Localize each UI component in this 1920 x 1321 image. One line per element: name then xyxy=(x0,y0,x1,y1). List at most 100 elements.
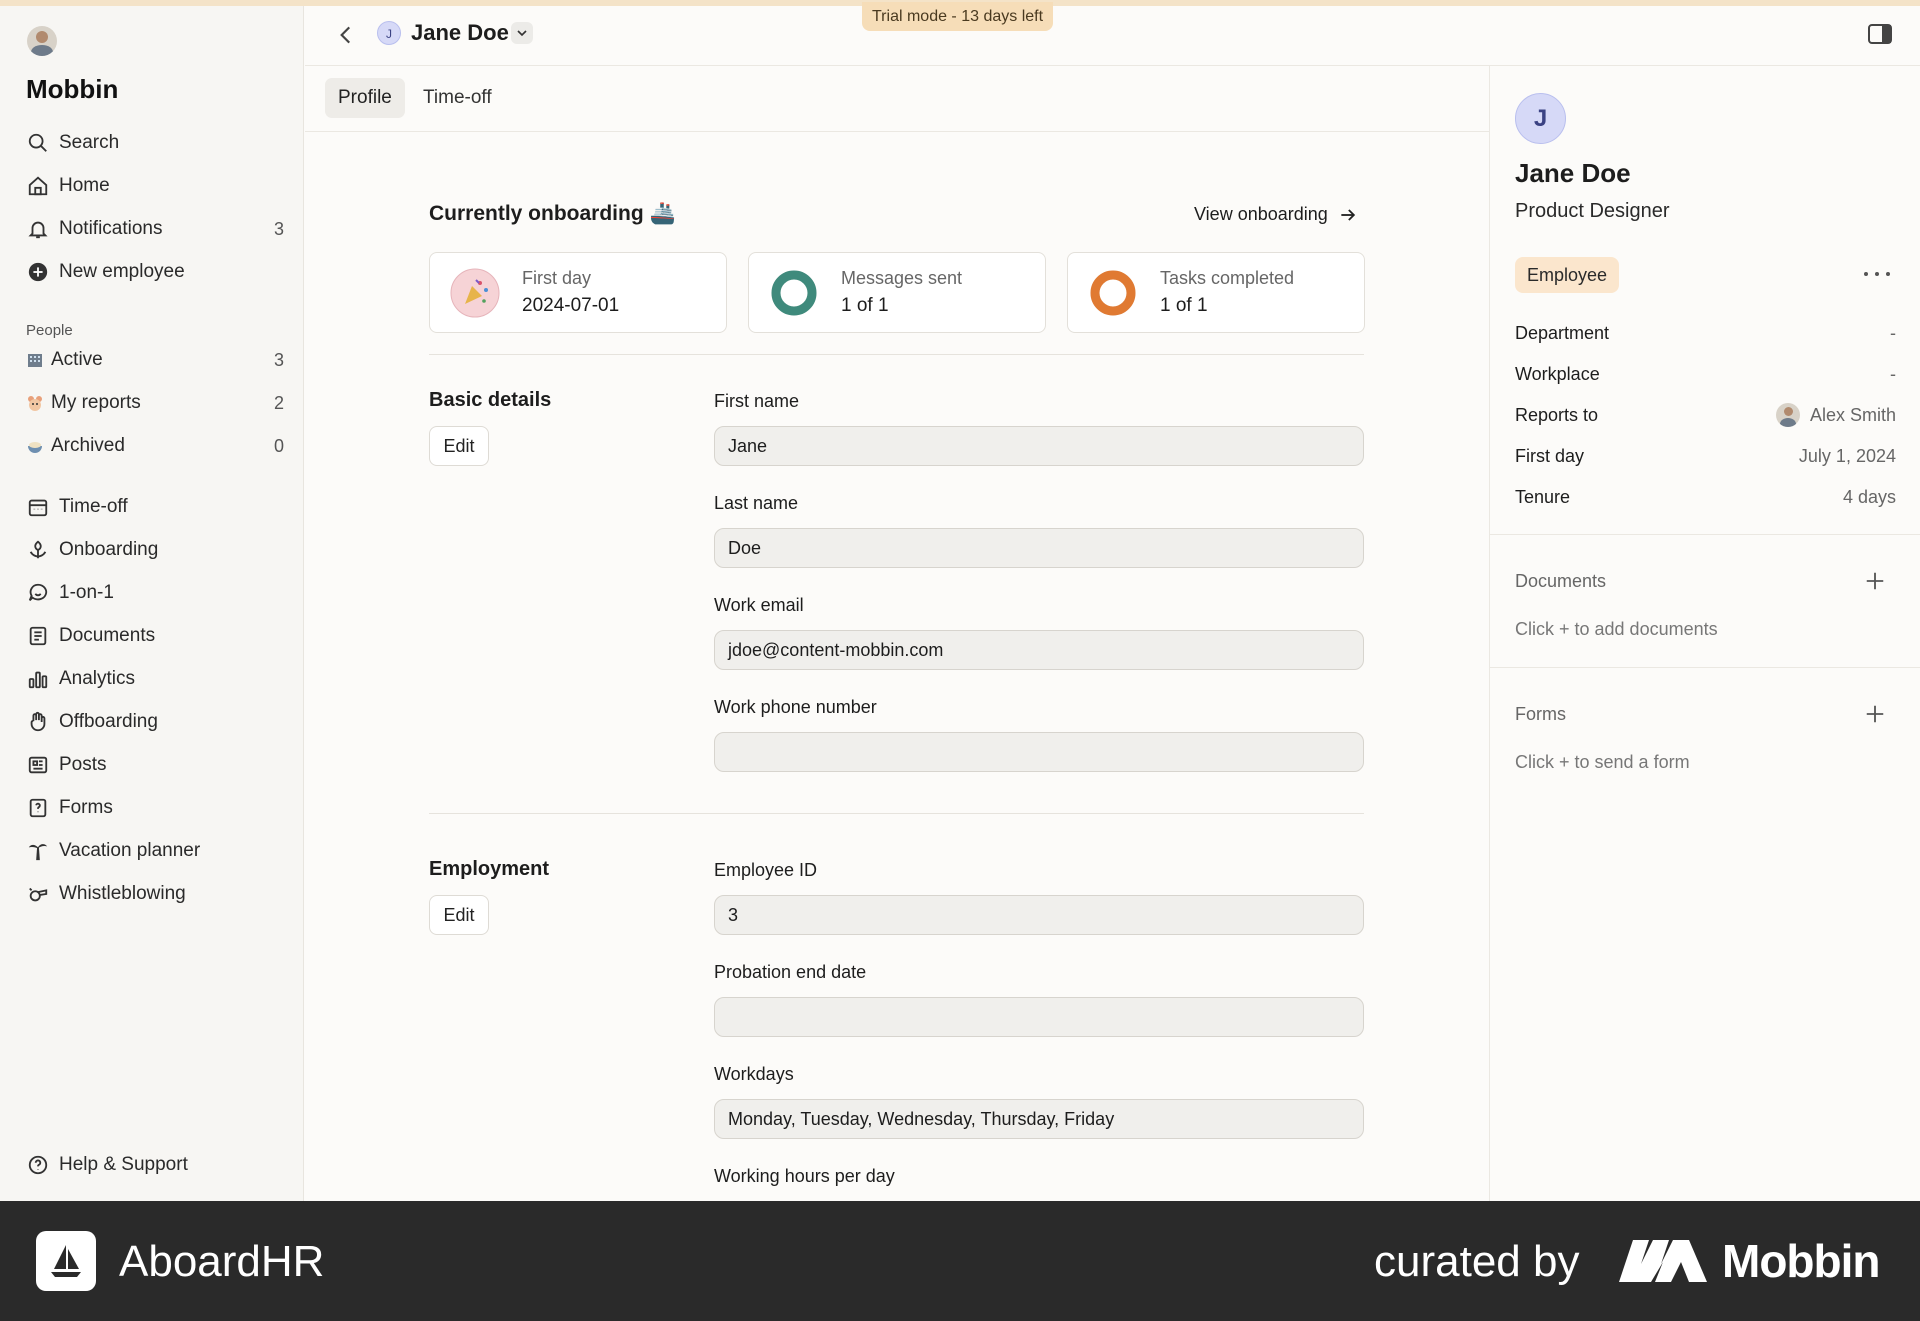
employee-summary-panel: J Jane Doe Product Designer Employee Dep… xyxy=(1489,66,1920,1201)
detail-row-reports-to: Reports to Alex Smith xyxy=(1515,400,1896,430)
sidebar-item-posts[interactable]: Posts xyxy=(26,748,284,782)
sidebar-item-active[interactable]: Active 3 xyxy=(26,343,284,377)
sidebar-item-label: 1-on-1 xyxy=(59,582,114,603)
workspace-name[interactable]: Mobbin xyxy=(26,74,118,105)
tab-time-off[interactable]: Time-off xyxy=(410,78,505,118)
employment-edit-button[interactable]: Edit xyxy=(429,895,489,935)
sidebar-item-onboarding[interactable]: Onboarding xyxy=(26,533,284,567)
probation-end-date-field[interactable] xyxy=(714,997,1364,1037)
sidebar-item-forms[interactable]: Forms xyxy=(26,791,284,825)
work-email-field[interactable]: jdoe@content-mobbin.com xyxy=(714,630,1364,670)
sidebar: Mobbin Search Home Notifications 3 New e… xyxy=(0,6,304,1201)
sidebar-item-analytics[interactable]: Analytics xyxy=(26,662,284,696)
employee-id-field[interactable]: 3 xyxy=(714,895,1364,935)
help-icon xyxy=(26,1153,50,1177)
people-section-label: People xyxy=(26,322,73,339)
header-avatar: J xyxy=(377,21,401,45)
manager-avatar xyxy=(1775,403,1800,427)
panel-divider xyxy=(1490,667,1920,668)
last-name-field[interactable]: Doe xyxy=(714,528,1364,568)
chat-smile-icon xyxy=(26,581,50,605)
sidebar-item-label: Analytics xyxy=(59,668,136,689)
workdays-field[interactable]: Monday, Tuesday, Wednesday, Thursday, Fr… xyxy=(714,1099,1364,1139)
sidebar-item-whistleblowing[interactable]: Whistleblowing xyxy=(26,877,284,911)
back-chevron-icon[interactable] xyxy=(333,22,359,48)
bar-chart-icon xyxy=(26,667,50,691)
sidebar-item-label: New employee xyxy=(59,261,185,282)
manager-link[interactable]: Alex Smith xyxy=(1775,403,1896,427)
detail-row-first-day: First day July 1, 2024 xyxy=(1515,441,1896,471)
onboarding-title: Currently onboarding 🚢 xyxy=(429,202,676,225)
first-name-field[interactable]: Jane xyxy=(714,426,1364,466)
flower-icon xyxy=(26,538,50,562)
sidebar-item-label: Home xyxy=(59,175,110,196)
tasks-completed-card: Tasks completed 1 of 1 xyxy=(1067,252,1365,333)
add-form-plus-icon[interactable] xyxy=(1864,703,1886,725)
card-label: Messages sent xyxy=(841,268,963,288)
forms-title: Forms xyxy=(1515,704,1566,724)
trial-mode-badge[interactable]: Trial mode - 13 days left xyxy=(862,2,1054,31)
sidebar-item-label: Time-off xyxy=(59,496,128,517)
chevron-down-icon[interactable] xyxy=(511,22,533,44)
detail-value: July 1, 2024 xyxy=(1798,445,1896,466)
party-popper-icon xyxy=(450,268,500,318)
detail-key: Workplace xyxy=(1515,363,1600,384)
probation-end-date-label: Probation end date xyxy=(714,962,867,982)
sidebar-item-1-on-1[interactable]: 1-on-1 xyxy=(26,576,284,610)
branding-footer: AboardHR curated by Mobbin xyxy=(0,1201,1920,1321)
sidebar-item-label: Vacation planner xyxy=(59,840,201,861)
employment-title: Employment xyxy=(429,858,550,880)
sidebar-item-search[interactable]: Search xyxy=(26,126,284,160)
basic-details-title: Basic details xyxy=(429,389,552,411)
detail-row-department: Department - xyxy=(1515,318,1896,348)
sidebar-item-notifications[interactable]: Notifications 3 xyxy=(26,212,284,246)
work-phone-field[interactable] xyxy=(714,732,1364,772)
sidebar-item-help-support[interactable]: Help & Support xyxy=(26,1148,284,1182)
archived-count: 0 xyxy=(273,435,284,456)
last-name-label: Last name xyxy=(714,493,799,513)
sidebar-item-label: Search xyxy=(59,132,120,153)
document-icon xyxy=(26,624,50,648)
notifications-count: 3 xyxy=(273,218,284,239)
detail-key: Tenure xyxy=(1515,486,1571,507)
sidebar-item-label: Active xyxy=(51,349,103,370)
sidebar-item-offboarding[interactable]: Offboarding xyxy=(26,705,284,739)
sidebar-item-label: Offboarding xyxy=(59,711,158,732)
footer-curated-by: curated by xyxy=(1374,1237,1580,1286)
sidebar-item-label: My reports xyxy=(51,392,141,413)
card-label: Tasks completed xyxy=(1160,268,1295,288)
whistle-icon xyxy=(26,882,50,906)
user-avatar[interactable] xyxy=(27,26,57,56)
sidebar-item-home[interactable]: Home xyxy=(26,169,284,203)
progress-ring-icon xyxy=(769,268,819,318)
page-header: J Jane Doe xyxy=(305,6,1920,66)
employee-role: Product Designer xyxy=(1515,200,1670,222)
add-document-plus-icon[interactable] xyxy=(1864,570,1886,592)
profile-tabs: Profile Time-off xyxy=(305,66,1489,132)
tab-profile[interactable]: Profile xyxy=(325,78,405,118)
view-onboarding-label: View onboarding xyxy=(1194,204,1328,224)
footer-brand: Mobbin xyxy=(1722,1235,1880,1287)
more-options-icon[interactable] xyxy=(1864,263,1890,285)
newspaper-icon xyxy=(26,753,50,777)
sidebar-item-archived[interactable]: Archived 0 xyxy=(26,429,284,463)
sidebar-item-my-reports[interactable]: My reports 2 xyxy=(26,386,284,420)
sidebar-panel-toggle-icon[interactable] xyxy=(1867,22,1893,46)
home-icon xyxy=(26,174,50,198)
first-day-card: First day 2024-07-01 xyxy=(429,252,727,333)
progress-ring-icon xyxy=(1088,268,1138,318)
calendar-icon xyxy=(26,495,50,519)
bell-icon xyxy=(26,217,50,241)
section-divider xyxy=(429,813,1364,814)
card-value: 1 of 1 xyxy=(1160,295,1208,316)
sidebar-item-new-employee[interactable]: New employee xyxy=(26,255,284,289)
sidebar-item-documents[interactable]: Documents xyxy=(26,619,284,653)
detail-key: Reports to xyxy=(1515,404,1599,425)
sidebar-item-label: Whistleblowing xyxy=(59,883,186,904)
sidebar-item-vacation-planner[interactable]: Vacation planner xyxy=(26,834,284,868)
documents-title: Documents xyxy=(1515,571,1607,591)
detail-key: First day xyxy=(1515,445,1585,466)
view-onboarding-link[interactable]: View onboarding xyxy=(1194,204,1358,225)
sidebar-item-time-off[interactable]: Time-off xyxy=(26,490,284,524)
basic-details-edit-button[interactable]: Edit xyxy=(429,426,489,466)
